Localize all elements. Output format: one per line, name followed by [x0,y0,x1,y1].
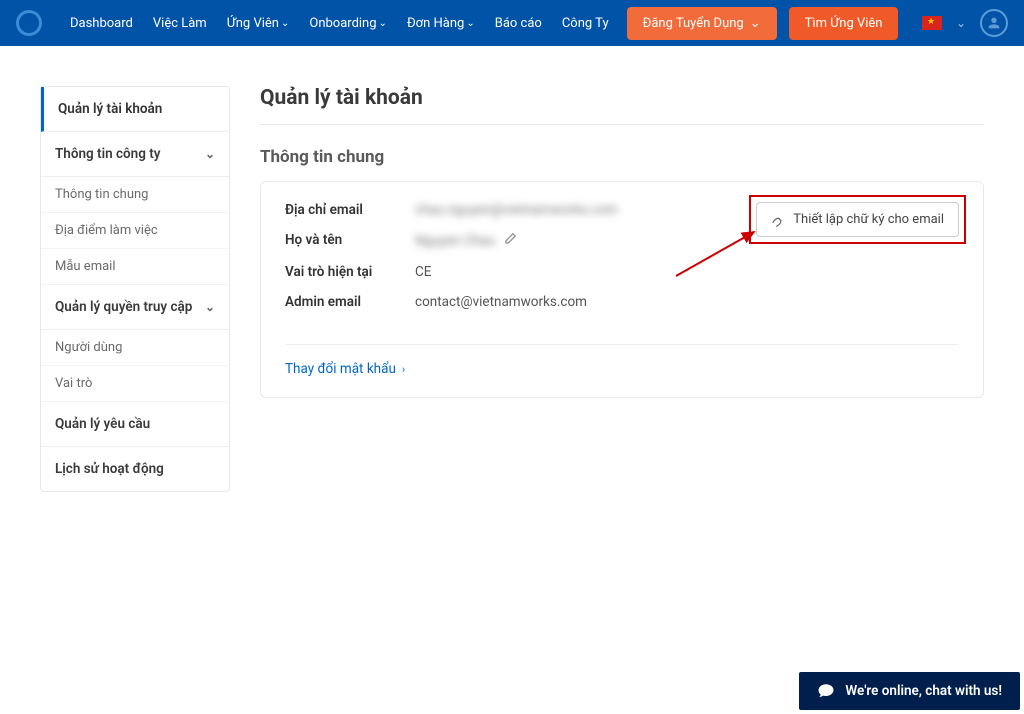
admin-email-value: contact@vietnamworks.com [415,294,587,310]
sidebar-account-management[interactable]: Quản lý tài khoản [41,87,229,132]
main-content: Quản lý tài khoản Thông tin chung Địa ch… [260,86,984,492]
flag-vn-icon[interactable] [922,16,942,30]
chevron-down-icon: ⌄ [750,16,761,31]
nav-dashboard[interactable]: Dashboard [62,10,141,37]
sidebar-access-management[interactable]: Quản lý quyền truy cập⌄ [41,285,229,330]
change-password-link[interactable]: Thay đổi mật khẩu › [285,361,959,377]
name-value: Nguyen Chau [415,233,495,249]
email-value: chau.nguyen@vietnamworks.com [415,202,618,218]
chevron-down-icon: ⌄ [281,18,289,29]
nav-reports[interactable]: Báo cáo [487,10,550,37]
signature-highlight: Thiết lập chữ ký cho email [756,202,959,237]
sidebar-sub-locations[interactable]: Địa điểm làm việc [41,213,229,249]
nav-candidates[interactable]: Ứng Viên⌄ [219,10,298,37]
page-title: Quản lý tài khoản [260,86,984,125]
nav-jobs[interactable]: Việc Làm [145,10,215,37]
edit-icon[interactable] [503,232,517,250]
pen-icon [771,213,785,227]
nav-company[interactable]: Công Ty [554,10,617,37]
section-title: Thông tin chung [260,147,984,167]
email-signature-button[interactable]: Thiết lập chữ ký cho email [756,202,959,237]
info-card: Địa chỉ email chau.nguyen@vietnamworks.c… [260,181,984,398]
sidebar-sub-email-templates[interactable]: Mẫu email [41,249,229,285]
email-label: Địa chỉ email [285,202,415,218]
field-admin-email: Admin email contact@vietnamworks.com [285,294,756,310]
topbar-right: ⌄ [922,9,1008,37]
chevron-down-icon: ⌄ [205,300,215,314]
sidebar-activity-log[interactable]: Lịch sử hoạt động [41,447,229,491]
annotation-arrow-icon [676,228,766,282]
sidebar-sub-general[interactable]: Thông tin chung [41,177,229,213]
sidebar-sub-users[interactable]: Người dùng [41,330,229,366]
name-label: Họ và tên [285,232,415,250]
chevron-right-icon: › [402,363,405,376]
nav-orders[interactable]: Đơn Hàng⌄ [399,10,483,37]
chat-icon [817,682,835,700]
top-navbar: Dashboard Việc Làm Ứng Viên⌄ Onboarding⌄… [0,0,1024,46]
sidebar: Quản lý tài khoản Thông tin công ty⌄ Thô… [40,86,230,492]
post-job-button[interactable]: Đăng Tuyển Dụng⌄ [627,7,777,40]
find-candidates-button[interactable]: Tìm Ứng Viên [789,7,899,40]
user-avatar-icon[interactable] [980,9,1008,37]
chevron-down-icon: ⌄ [205,147,215,161]
main-nav: Dashboard Việc Làm Ứng Viên⌄ Onboarding⌄… [62,7,922,40]
role-label: Vai trò hiện tại [285,264,415,280]
sidebar-sub-roles[interactable]: Vai trò [41,366,229,402]
logo-icon[interactable] [12,6,45,39]
chevron-down-icon: ⌄ [379,18,387,29]
sidebar-request-management[interactable]: Quản lý yêu cầu [41,402,229,447]
field-email: Địa chỉ email chau.nguyen@vietnamworks.c… [285,202,756,218]
nav-onboarding[interactable]: Onboarding⌄ [301,10,395,37]
chat-widget[interactable]: We're online, chat with us! [799,672,1020,710]
admin-email-label: Admin email [285,294,415,310]
chevron-down-icon[interactable]: ⌄ [956,16,966,30]
role-value: CE [415,264,431,280]
divider [285,344,959,345]
page-container: Quản lý tài khoản Thông tin công ty⌄ Thô… [0,46,1024,492]
chevron-down-icon: ⌄ [466,18,474,29]
sidebar-company-info[interactable]: Thông tin công ty⌄ [41,132,229,177]
